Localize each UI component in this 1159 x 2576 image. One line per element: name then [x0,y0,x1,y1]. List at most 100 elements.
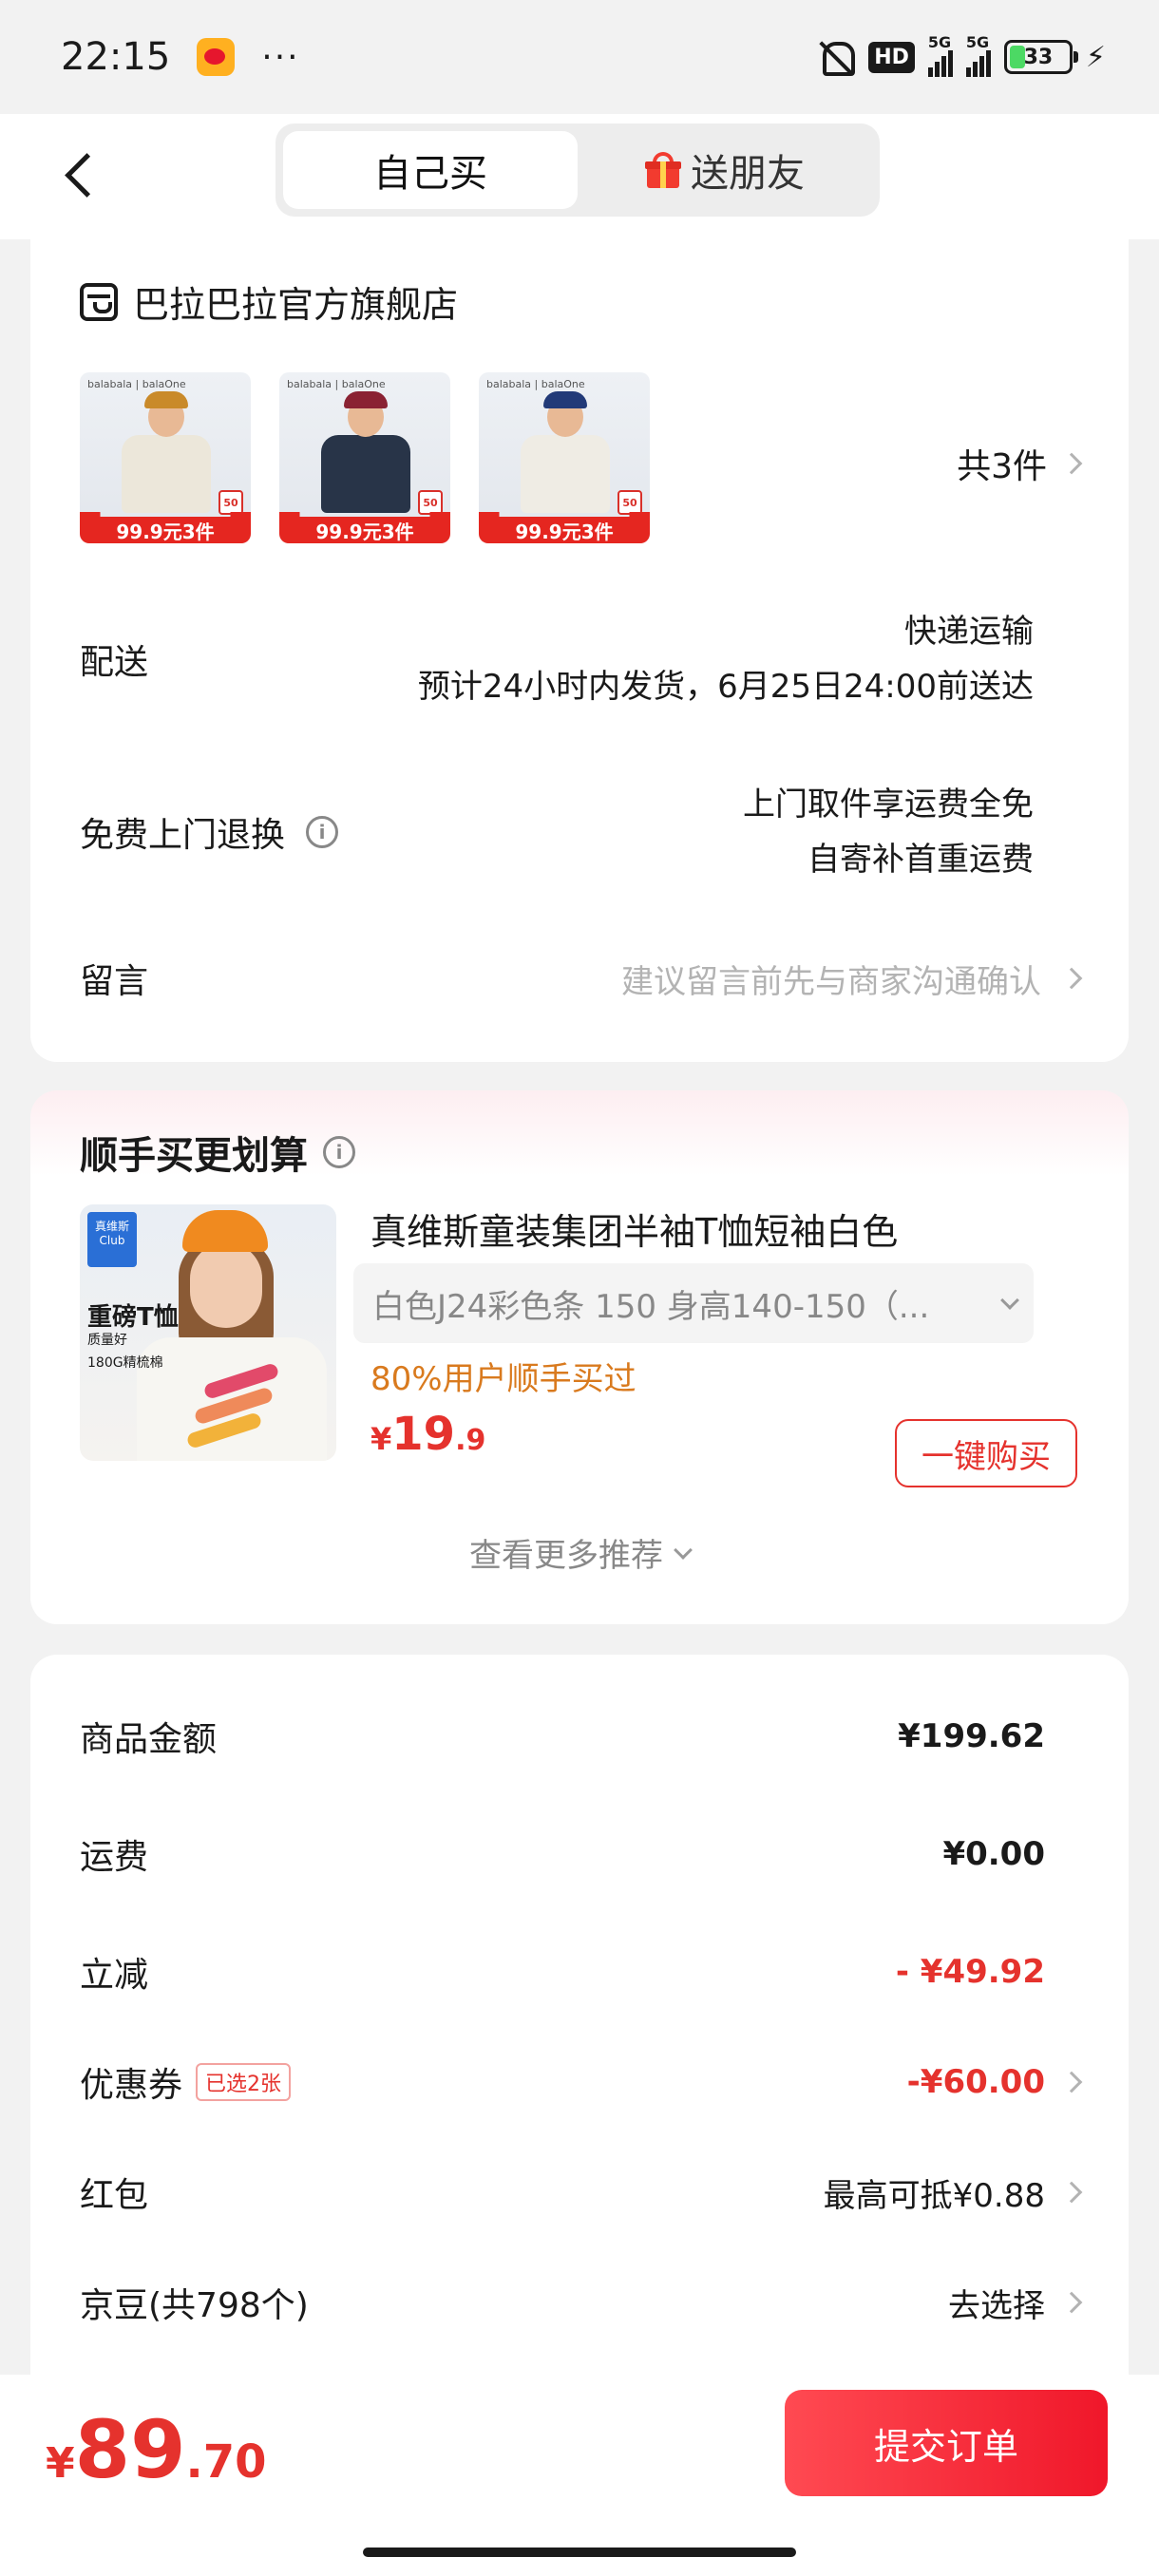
recommend-header: 顺手买更划算 i [80,1125,355,1180]
coupon-row[interactable]: 优惠券 已选2张 -¥60.00 [80,2057,1083,2107]
thumb-brand: balabala | balaOne [486,378,585,390]
returns-info: 上门取件享运费全免 自寄补首重运费 [743,777,1034,887]
red-packet-row[interactable]: 红包 最高可抵¥0.88 [80,2168,1083,2217]
jd-beans-value-wrap: 去选择 [948,2280,1083,2326]
recommend-card: 顺手买更划算 i 真维斯 Club 重磅T恤 质量好 180G精梳棉 真维斯童装… [30,1090,1129,1624]
recommend-product-name[interactable]: 真维斯童装集团半袖T恤短袖白色 [370,1203,898,1255]
remark-row[interactable]: 留言 建议留言前先与商家沟通确认 [80,954,1083,1003]
delivery-label: 配送 [80,643,149,682]
signal-icon: 5G [965,33,991,77]
discount-value-wrap: - ¥49.92 [896,1953,1079,1991]
returns-line-2: 自寄补首重运费 [808,841,1034,879]
discount-value: - ¥49.92 [895,1953,1045,1991]
battery-icon: 33 [1003,40,1078,74]
info-icon[interactable]: i [306,816,339,848]
product-thumbnail[interactable]: balabala | balaOne 50 99.9元3件 [279,372,450,543]
delivery-info: 快递运输 预计24小时内发货，6月25日24:00前送达 [418,604,1034,714]
recommend-title: 顺手买更划算 [80,1134,308,1178]
status-time: 22:15 [61,35,171,79]
tab-buy-for-self[interactable]: 自己买 [283,131,578,209]
checkout-bar: ¥ 89 .70 提交订单 [0,2375,1159,2576]
recommend-price: ¥ 19 .9 [370,1408,485,1461]
info-icon[interactable]: i [323,1136,355,1168]
signal-tag: 5G [927,33,952,51]
charging-icon: ⚡ [1085,40,1106,74]
purchase-mode-tabs: 自己买 送朋友 [276,123,880,217]
model-hat [182,1210,268,1252]
hd-badge: HD [868,41,915,73]
delivery-estimate: 预计24小时内发货，6月25日24:00前送达 [417,668,1034,706]
header: 自己买 送朋友 [0,114,1159,239]
coupon-value: -¥60.00 [906,2063,1045,2101]
chevron-right-icon [1060,2181,1083,2204]
shipping-label: 运费 [80,1838,149,1877]
product-thumbnail[interactable]: balabala | balaOne 50 99.9元3件 [479,372,650,543]
item-count-link[interactable]: 共3件 [957,439,1083,488]
product-thumbnail[interactable]: balabala | balaOne 50 99.9元3件 [80,372,251,543]
returns-label: 免费上门退换 [80,816,286,855]
recommend-hint: 80%用户顺手买过 [370,1360,636,1398]
remark-label: 留言 [80,962,149,1001]
chevron-right-icon [1060,2071,1083,2093]
product-cap [344,391,388,408]
status-bar: 22:15 ··· HD 5G 5G 33 ⚡ [0,0,1159,114]
tab-gift-to-friend[interactable]: 送朋友 [578,131,872,209]
back-button[interactable] [53,137,110,213]
returns-line-1: 上门取件享运费全免 [743,786,1034,824]
chevron-down-icon [1000,1291,1019,1310]
weibo-icon [197,38,236,76]
store-card: 巴拉巴拉官方旗舰店 balabala | balaOne 50 99.9元3件 … [30,239,1129,1062]
product-shirt [521,435,610,513]
remark-placeholder-wrap: 建议留言前先与商家沟通确认 [621,956,1083,1002]
total-symbol: ¥ [46,2439,75,2488]
returns-row: 免费上门退换 i 上门取件享运费全免 自寄补首重运费 [80,777,1034,887]
chevron-right-icon [1060,2291,1083,2314]
jd-beans-row[interactable]: 京豆(共798个) 去选择 [80,2278,1083,2327]
product-shirt [321,435,410,513]
image-title: 重磅T恤 [87,1303,179,1332]
battery-level: 33 [1023,45,1054,69]
brand-logo: 真维斯 Club [87,1212,137,1267]
subtotal-row: 商品金额 ¥199.62 [80,1712,1079,1761]
returns-label-wrap: 免费上门退换 i [80,777,339,887]
one-click-buy-button[interactable]: 一键购买 [895,1419,1077,1487]
shipping-value: ¥0.00 [942,1835,1045,1873]
item-count: 共3件 [957,447,1047,486]
price-decimal: .9 [455,1424,486,1457]
spec-selector[interactable]: 白色J24彩色条 150 身高140-150（... [353,1263,1034,1343]
product-model [190,1242,262,1328]
remark-placeholder: 建议留言前先与商家沟通确认 [621,962,1041,1001]
delivery-row: 配送 快递运输 预计24小时内发货，6月25日24:00前送达 [80,604,1034,714]
product-thumbnails: balabala | balaOne 50 99.9元3件 balabala |… [80,372,650,543]
more-recommendations-link[interactable]: 查看更多推荐 [30,1529,1129,1576]
thumb-price-tag: 99.9元3件 [479,512,650,543]
gift-icon [645,152,681,188]
bell-off-icon [817,38,856,76]
battery-fill [1009,46,1025,68]
coupon-value-wrap: -¥60.00 [906,2063,1083,2101]
product-shirt [122,435,211,513]
shipping-row: 运费 ¥0.00 [80,1829,1079,1879]
red-packet-label: 红包 [80,2176,149,2215]
shipping-value-wrap: ¥0.00 [942,1835,1079,1873]
spec-value: 白色J24彩色条 150 身高140-150（... [372,1287,930,1326]
image-subtitle: 180G精梳棉 [87,1355,163,1371]
recommend-product-image[interactable]: 真维斯 Club 重磅T恤 质量好 180G精梳棉 [80,1204,336,1461]
thumb-price-tag: 99.9元3件 [279,512,450,543]
price-integer: 19 [391,1408,456,1461]
chevron-down-icon [674,1540,693,1560]
more-notifications-icon: ··· [261,37,300,77]
coupon-selected-badge: 已选2张 [196,2063,292,2101]
red-packet-value: 最高可抵¥0.88 [823,2176,1045,2215]
subtotal-value-wrap: ¥199.62 [898,1717,1079,1755]
total-integer: 89 [74,2403,186,2496]
home-indicator[interactable] [363,2548,796,2557]
red-packet-value-wrap: 最高可抵¥0.88 [823,2169,1083,2216]
chevron-right-icon [1060,452,1083,475]
coupon-label: 优惠券 [80,2066,183,2105]
tab-label: 自己买 [373,152,487,196]
store-header[interactable]: 巴拉巴拉官方旗舰店 [80,275,458,328]
jd-beans-value: 去选择 [948,2286,1045,2325]
submit-order-button[interactable]: 提交订单 [785,2390,1108,2496]
status-right: HD 5G 5G 33 ⚡ [817,33,1106,77]
